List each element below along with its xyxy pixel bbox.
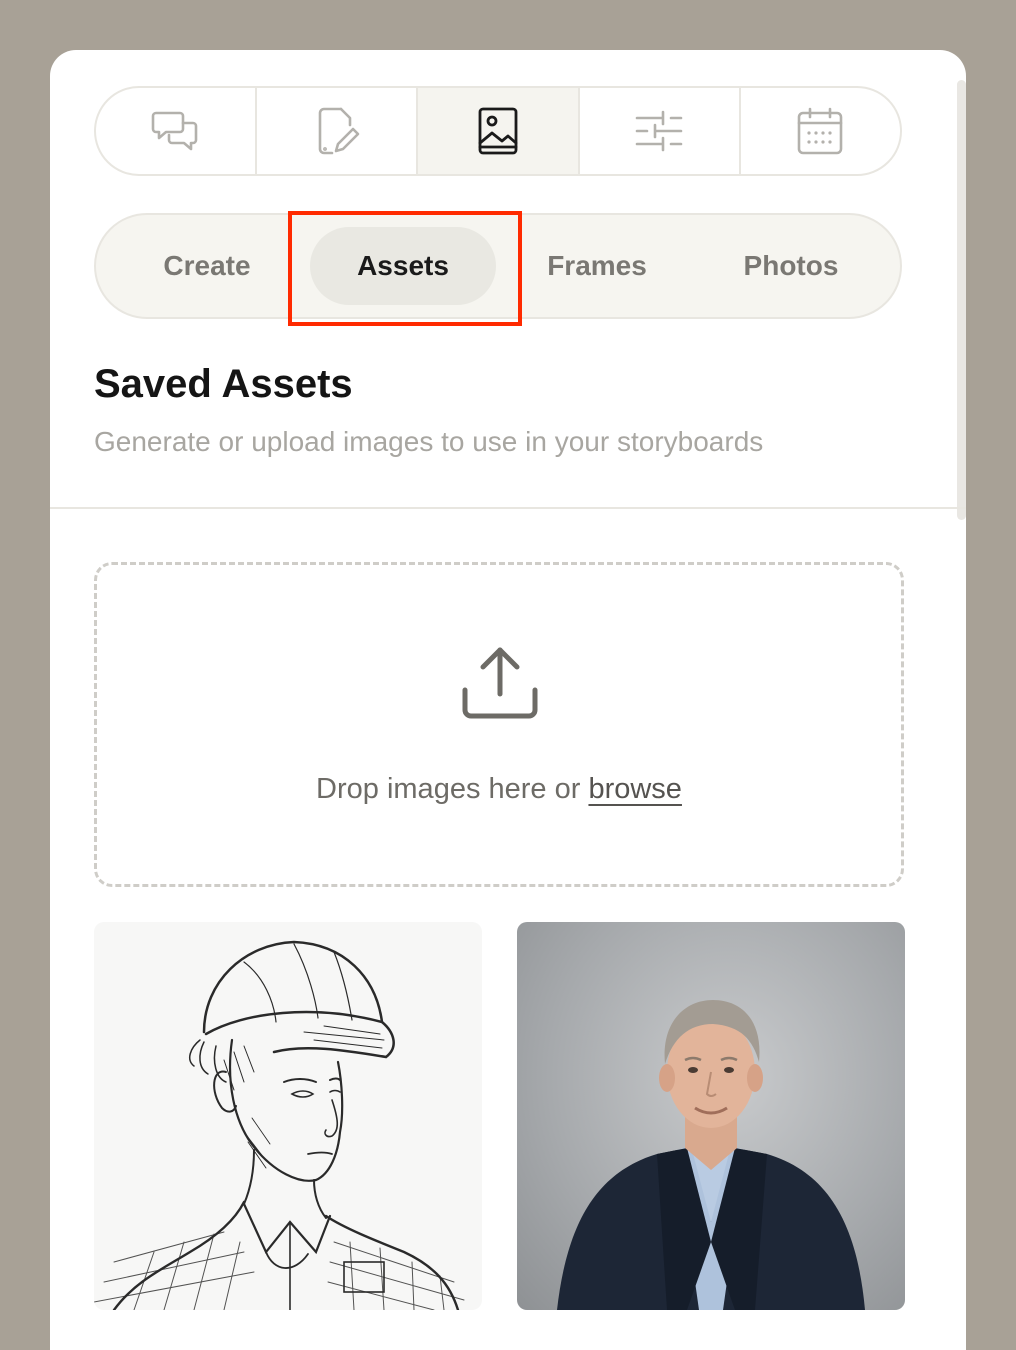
sliders-icon (635, 110, 683, 152)
calendar-icon (798, 107, 843, 155)
tab-create[interactable]: Create (114, 227, 300, 305)
dropzone-text: Drop images here or browse (97, 773, 901, 806)
divider (50, 507, 966, 509)
sketch-image (94, 940, 465, 1310)
tab-frames[interactable]: Frames (504, 227, 690, 305)
toolbar-sliders[interactable] (580, 88, 741, 174)
toolbar-image[interactable] (418, 88, 580, 174)
dropzone-label: Drop images here or (316, 773, 589, 805)
upload-dropzone[interactable]: Drop images here or browse (94, 562, 904, 887)
image-icon (478, 107, 518, 155)
highlight-annotation (288, 211, 522, 326)
asset-thumbnail-photo[interactable] (517, 922, 905, 1310)
browse-link[interactable]: browse (588, 773, 682, 805)
document-edit-icon (318, 107, 360, 155)
toolbar-calendar[interactable] (741, 88, 900, 174)
toolbar-edit[interactable] (257, 88, 419, 174)
tab-photos[interactable]: Photos (698, 227, 884, 305)
section-subtitle: Generate or upload images to use in your… (94, 426, 764, 457)
toolbar-chat[interactable] (96, 88, 258, 174)
chat-icon (151, 111, 197, 151)
icon-toolbar (94, 86, 902, 176)
upload-icon (462, 647, 538, 719)
section-title: Saved Assets (94, 362, 353, 406)
scrollbar[interactable] (957, 80, 966, 520)
assets-panel: Create Assets Frames Photos Saved Assets… (50, 50, 966, 1350)
asset-thumbnail-sketch[interactable] (94, 922, 482, 1310)
portrait-image (557, 1000, 865, 1310)
